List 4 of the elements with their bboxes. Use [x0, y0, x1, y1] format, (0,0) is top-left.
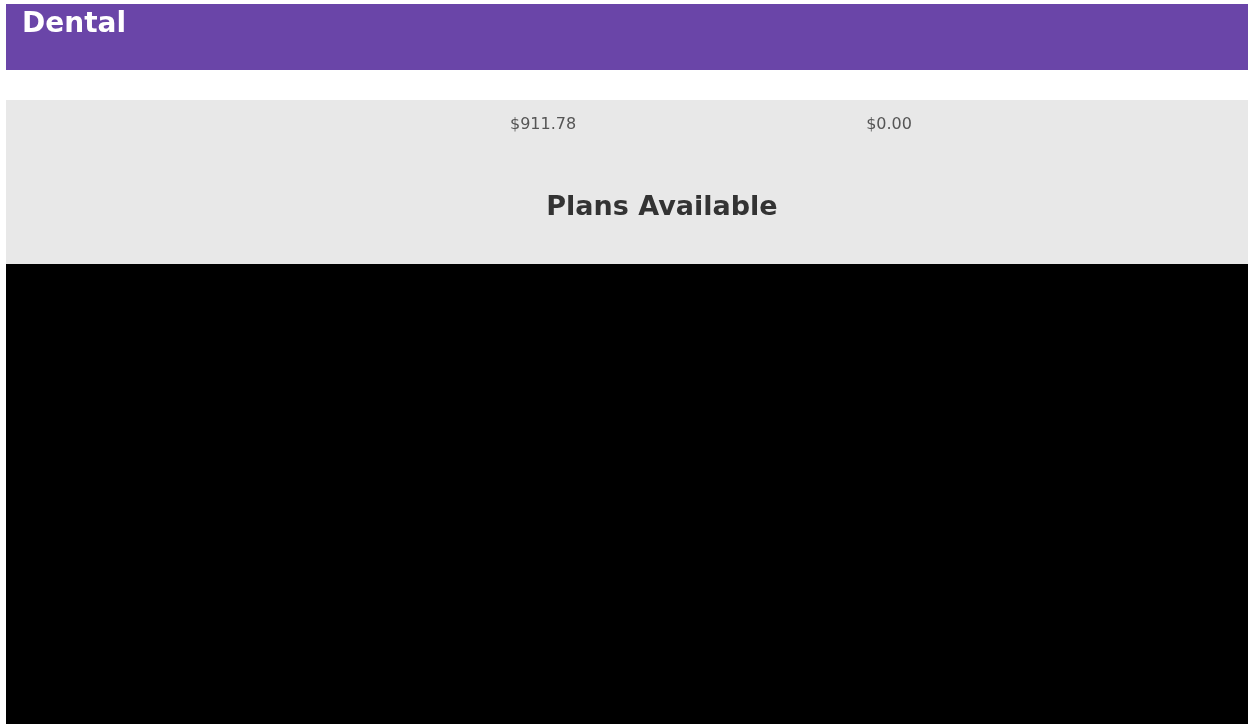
page-title: Dental [22, 6, 127, 40]
section-heading: Plans Available [545, 190, 779, 223]
cost-value: $911.78 [510, 114, 577, 135]
cost-value: $0.00 [866, 114, 912, 135]
